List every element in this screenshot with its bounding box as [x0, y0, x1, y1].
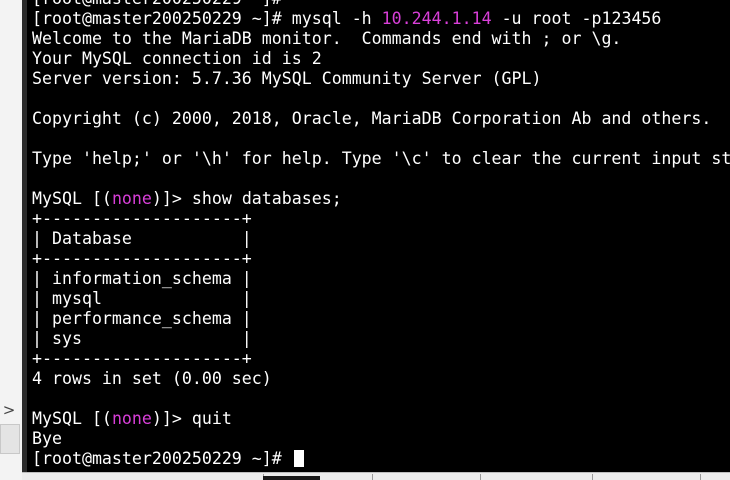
terminal-line: Welcome to the MariaDB monitor. Commands… — [32, 29, 730, 49]
highlighted-text: none — [111, 189, 152, 208]
terminal-line: +--------------------+ — [32, 249, 730, 269]
terminal-text: | information_schema | — [32, 269, 252, 288]
terminal-text: )]> show databases; — [151, 189, 342, 208]
terminal-line: +--------------------+ — [32, 349, 730, 369]
highlighted-text: none — [111, 409, 152, 428]
terminal-line: Bye — [32, 429, 730, 449]
status-bar-divider — [592, 474, 593, 480]
terminal-text: MySQL [( — [32, 189, 112, 208]
terminal-line: [root@master200250229 ~]# mysql -h 10.24… — [32, 9, 730, 29]
terminal-text: Welcome to the MariaDB monitor. Commands… — [32, 29, 622, 48]
terminal-text: +--------------------+ — [32, 249, 252, 268]
terminal[interactable]: [root@master200250229 ~]#[root@master200… — [27, 0, 730, 472]
terminal-line: +--------------------+ — [32, 209, 730, 229]
terminal-line: [root@master200250229 ~]# — [32, 0, 730, 9]
terminal-text: [root@master200250229 ~]# mysql -h — [32, 9, 382, 28]
terminal-text: MySQL [( — [32, 409, 112, 428]
terminal-line: | performance_schema | — [32, 309, 730, 329]
highlighted-text: 10.244.1.14 — [381, 9, 492, 28]
terminal-line: Type 'help;' or '\h' for help. Type '\c'… — [32, 149, 730, 169]
status-bar — [22, 472, 730, 480]
terminal-text: Your MySQL connection id is 2 — [32, 49, 322, 68]
terminal-text: )]> quit — [151, 409, 232, 428]
side-panel-handle[interactable] — [0, 424, 20, 454]
status-bar-divider — [700, 474, 701, 480]
terminal-line: Your MySQL connection id is 2 — [32, 49, 730, 69]
terminal-line: 4 rows in set (0.00 sec) — [32, 369, 730, 389]
active-tab-indicator[interactable] — [263, 476, 320, 480]
terminal-line: MySQL [(none)]> quit — [32, 409, 730, 429]
terminal-text: | sys | — [32, 329, 252, 348]
side-panel: > — [0, 0, 23, 480]
terminal-line: | mysql | — [32, 289, 730, 309]
terminal-text: | performance_schema | — [32, 309, 252, 328]
status-bar-divider — [372, 474, 373, 480]
terminal-line: | sys | — [32, 329, 730, 349]
terminal-text: [root@master200250229 ~]# — [32, 449, 292, 468]
terminal-line: Server version: 5.7.36 MySQL Community S… — [32, 69, 730, 89]
status-bar-divider — [480, 474, 481, 480]
terminal-line: [root@master200250229 ~]# — [32, 449, 730, 469]
terminal-text: 4 rows in set (0.00 sec) — [32, 369, 272, 388]
terminal-line: Copyright (c) 2000, 2018, Oracle, MariaD… — [32, 109, 730, 129]
terminal-text: [root@master200250229 ~]# — [32, 0, 282, 8]
window: > [root@master200250229 ~]#[root@master2… — [0, 0, 730, 480]
terminal-text: Copyright (c) 2000, 2018, Oracle, MariaD… — [32, 109, 712, 128]
terminal-text: | Database | — [32, 229, 252, 248]
text-cursor — [293, 450, 304, 467]
terminal-text: Type 'help;' or '\h' for help. Type '\c'… — [32, 149, 730, 168]
terminal-line: MySQL [(none)]> show databases; — [32, 189, 730, 209]
terminal-line: | Database | — [32, 229, 730, 249]
terminal-text: Bye — [32, 429, 62, 448]
terminal-text: +--------------------+ — [32, 209, 252, 228]
terminal-text: Server version: 5.7.36 MySQL Community S… — [32, 69, 542, 88]
chevron-right-icon[interactable]: > — [0, 398, 18, 422]
terminal-text: -u root -p123456 — [491, 9, 662, 28]
terminal-output: [root@master200250229 ~]#[root@master200… — [32, 0, 730, 469]
terminal-line: | information_schema | — [32, 269, 730, 289]
terminal-text: +--------------------+ — [32, 349, 252, 368]
terminal-text: | mysql | — [32, 289, 252, 308]
